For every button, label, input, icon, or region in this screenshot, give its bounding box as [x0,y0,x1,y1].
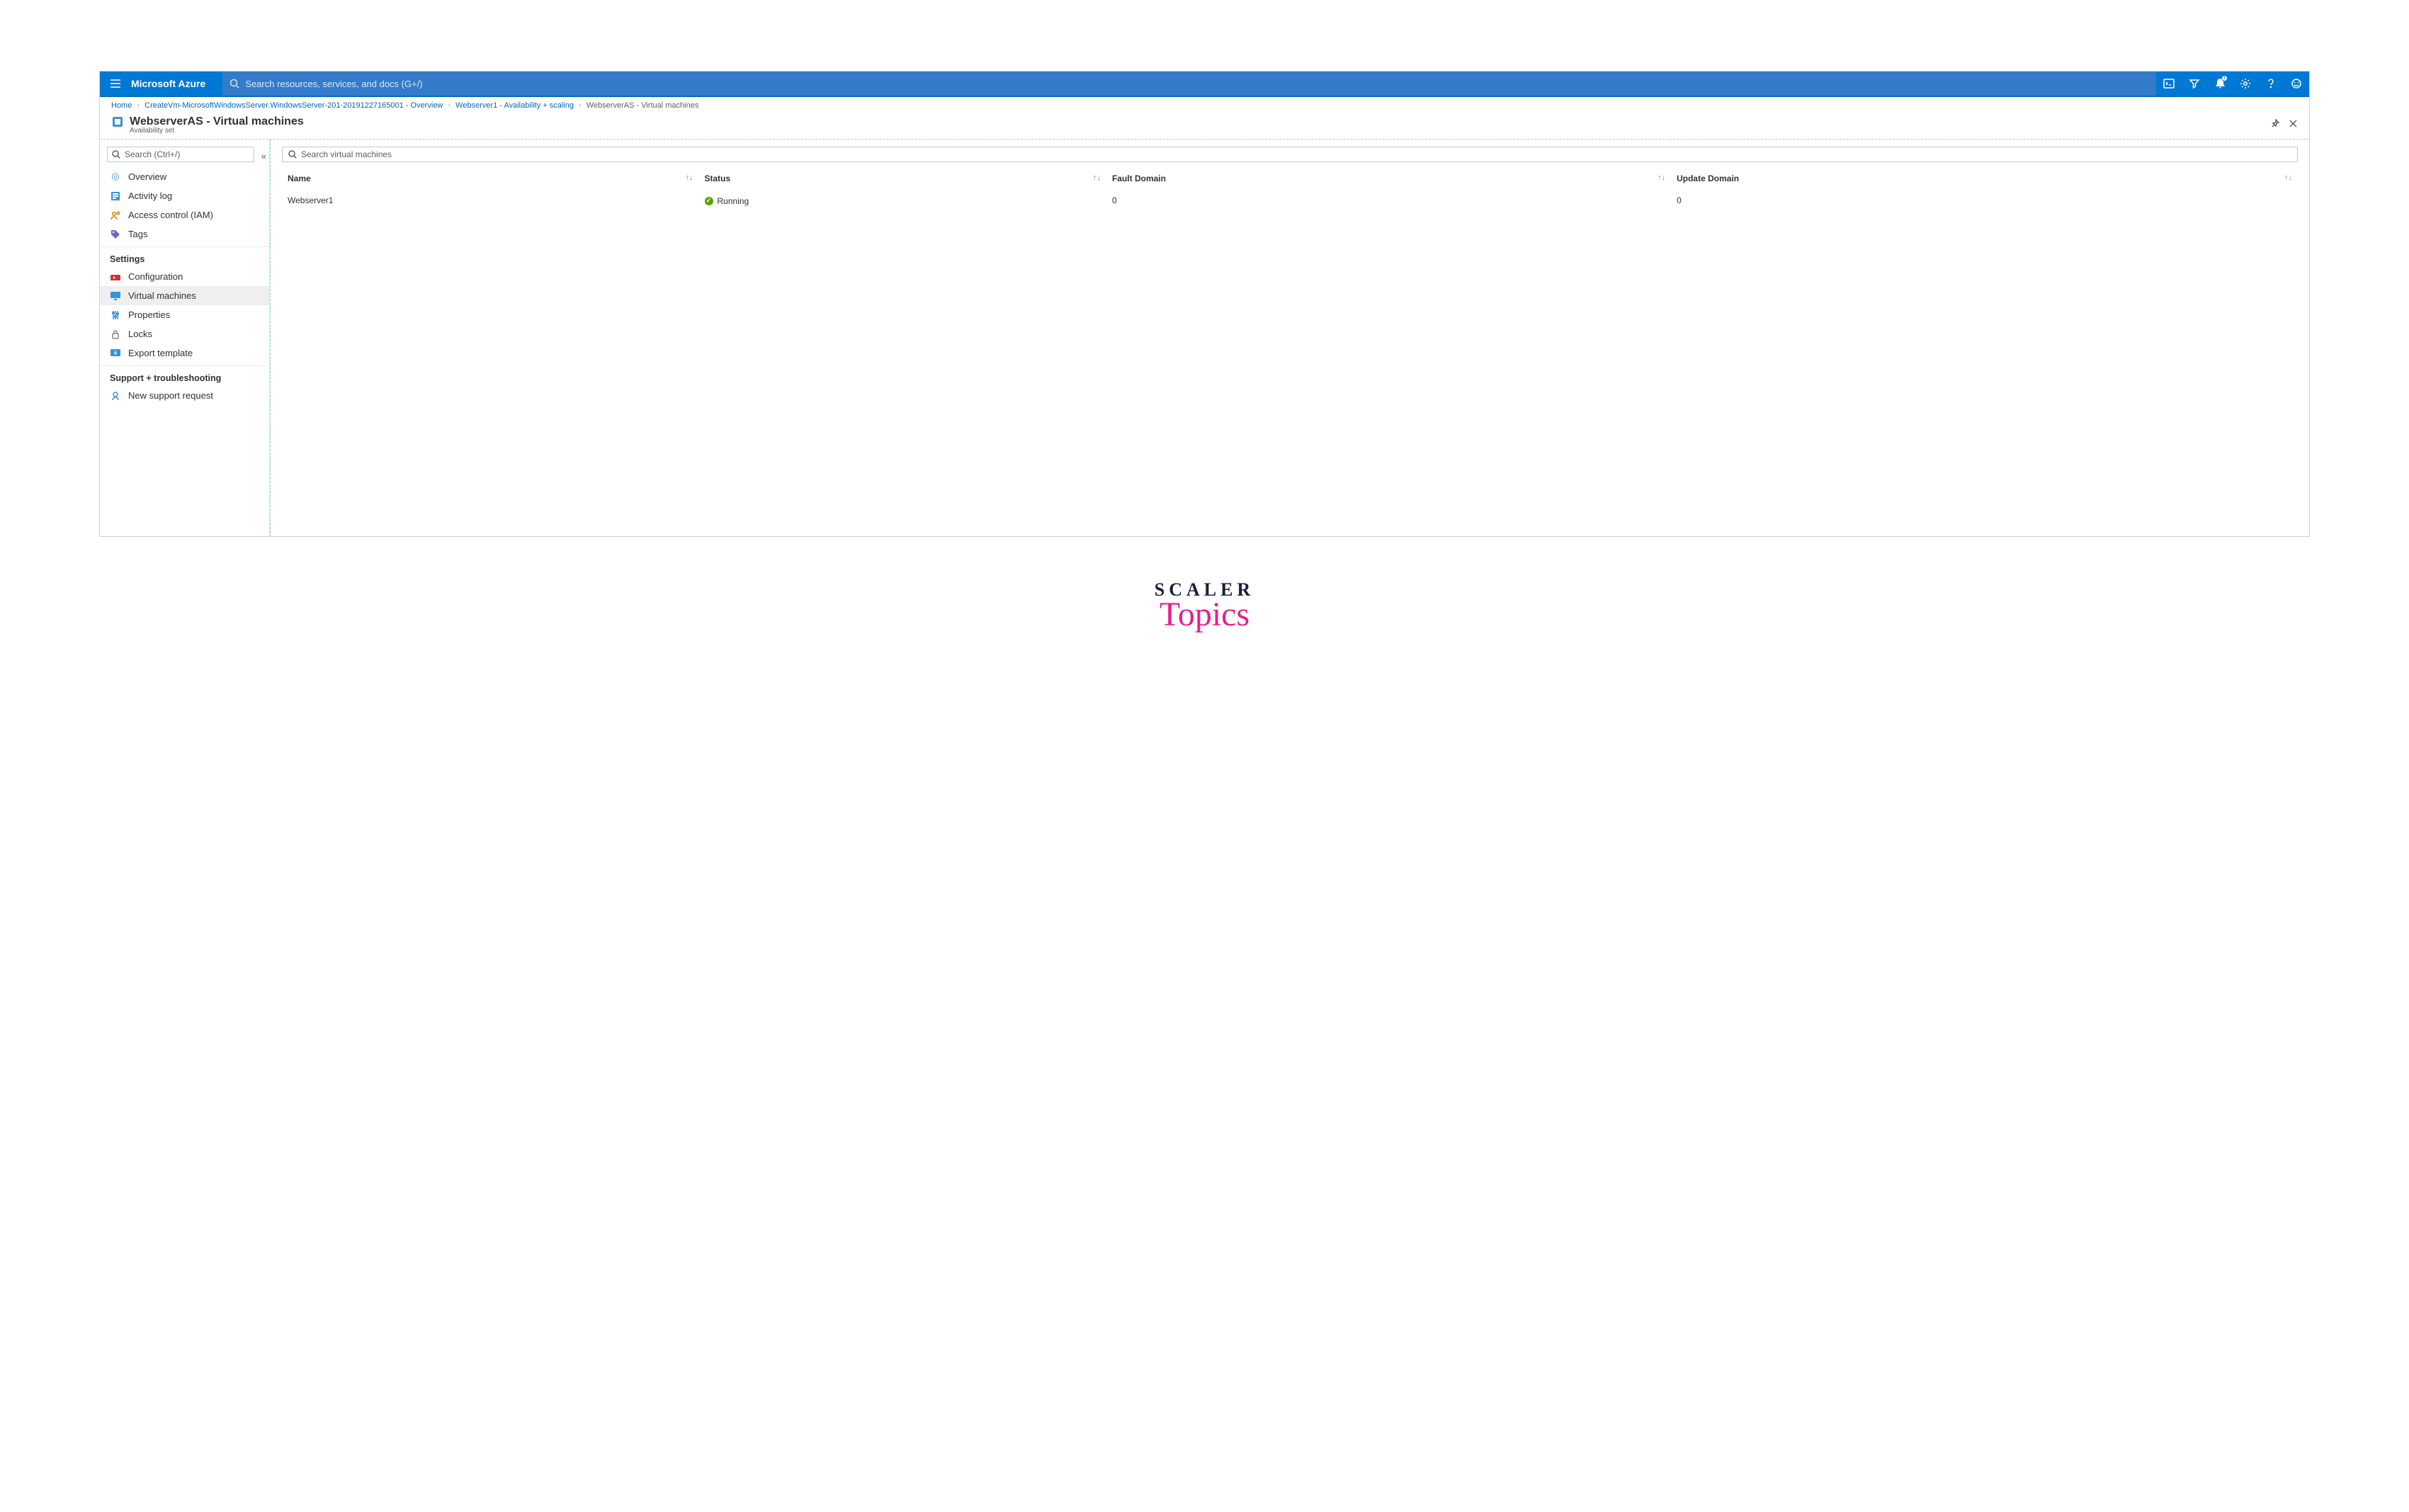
breadcrumb-home[interactable]: Home [111,101,132,110]
azure-portal-window: Microsoft Azure Search resources, servic… [99,71,2310,537]
overview-icon: ◎ [110,171,121,182]
breadcrumb-item-0[interactable]: CreateVm-MicrosoftWindowsServer.WindowsS… [144,101,443,110]
export-template-icon [110,349,121,358]
cell-update-domain: 0 [1671,188,2298,213]
col-status[interactable]: Status ↑↓ [699,169,1106,188]
sidebar-item-iam[interactable]: Access control (IAM) [100,205,269,224]
vm-icon [110,292,121,300]
sidebar-item-properties[interactable]: Properties [100,305,269,324]
col-name[interactable]: Name ↑↓ [282,169,699,188]
page-subtitle: Availability set [130,127,2270,135]
breadcrumb-current: WebserverAS - Virtual machines [586,101,699,110]
topbar: Microsoft Azure Search resources, servic… [100,72,2309,97]
global-search-placeholder: Search resources, services, and docs (G+… [245,79,422,89]
sidebar: Search (Ctrl+/) « ◎ Overview Activity lo… [100,140,270,536]
pin-icon[interactable] [2270,119,2280,131]
brand-label: Microsoft Azure [131,78,222,89]
notification-badge: 1 [2221,75,2228,81]
watermark: SCALER Topics [99,579,2310,634]
configuration-icon [110,273,121,281]
topbar-actions: 1 [2156,72,2309,96]
sidebar-item-locks[interactable]: Locks [100,324,269,343]
vm-search-placeholder: Search virtual machines [301,149,392,159]
watermark-line2: Topics [99,595,2310,634]
page-header: WebserverAS - Virtual machines Availabil… [100,114,2309,140]
properties-icon [110,310,121,320]
help-icon[interactable] [2258,71,2284,96]
main-panel: Search virtual machines Name ↑↓ Status ↑… [270,140,2309,536]
vm-table: Name ↑↓ Status ↑↓ Fault Domain ↑↓ Upda [282,169,2298,213]
content-body: Search (Ctrl+/) « ◎ Overview Activity lo… [100,140,2309,536]
sidebar-section-support: Support + troubleshooting [100,365,269,386]
directory-filter-icon[interactable] [2182,71,2207,96]
support-icon [110,391,121,401]
search-icon [288,150,297,159]
availability-set-icon [111,115,124,128]
sidebar-collapse-icon[interactable]: « [261,149,266,161]
activity-log-icon [110,191,121,201]
cell-name: Webserver1 [282,188,699,213]
col-fault-domain[interactable]: Fault Domain ↑↓ [1106,169,1671,188]
search-icon [112,150,120,159]
sidebar-item-overview[interactable]: ◎ Overview [100,166,269,186]
vm-search[interactable]: Search virtual machines [282,147,2298,162]
sidebar-item-activity-log[interactable]: Activity log [100,186,269,205]
sort-icon[interactable]: ↑↓ [1089,174,1101,182]
settings-icon[interactable] [2233,71,2258,96]
search-icon [229,79,239,89]
hamburger-menu[interactable] [100,72,131,96]
status-ok-icon: ✓ [705,197,713,205]
cell-fault-domain: 0 [1106,188,1671,213]
global-search[interactable]: Search resources, services, and docs (G+… [222,72,2156,96]
sort-icon[interactable]: ↑↓ [2280,174,2292,182]
breadcrumb-item-1[interactable]: Webserver1 - Availability + scaling [455,101,574,110]
cloud-shell-icon[interactable] [2156,71,2182,96]
table-row[interactable]: Webserver1 ✓ Running 0 0 [282,188,2298,213]
sidebar-item-tags[interactable]: Tags [100,224,269,244]
feedback-icon[interactable] [2284,71,2309,96]
sort-icon[interactable]: ↑↓ [1653,174,1665,182]
breadcrumb: Home › CreateVm-MicrosoftWindowsServer.W… [100,97,2309,114]
locks-icon [110,329,121,339]
notifications-icon[interactable]: 1 [2207,71,2233,96]
sort-icon[interactable]: ↑↓ [681,174,693,182]
tags-icon [110,229,121,239]
sidebar-search-placeholder: Search (Ctrl+/) [125,149,180,159]
sidebar-search[interactable]: Search (Ctrl+/) [107,147,254,162]
sidebar-item-configuration[interactable]: Configuration [100,267,269,286]
sidebar-section-settings: Settings [100,246,269,267]
col-update-domain[interactable]: Update Domain ↑↓ [1671,169,2298,188]
sidebar-item-export-template[interactable]: Export template [100,343,269,363]
sidebar-item-virtual-machines[interactable]: Virtual machines [100,286,269,305]
cell-status: ✓ Running [699,188,1106,213]
close-icon[interactable] [2289,119,2298,131]
sidebar-item-new-support-request[interactable]: New support request [100,386,269,405]
iam-icon [110,210,121,220]
